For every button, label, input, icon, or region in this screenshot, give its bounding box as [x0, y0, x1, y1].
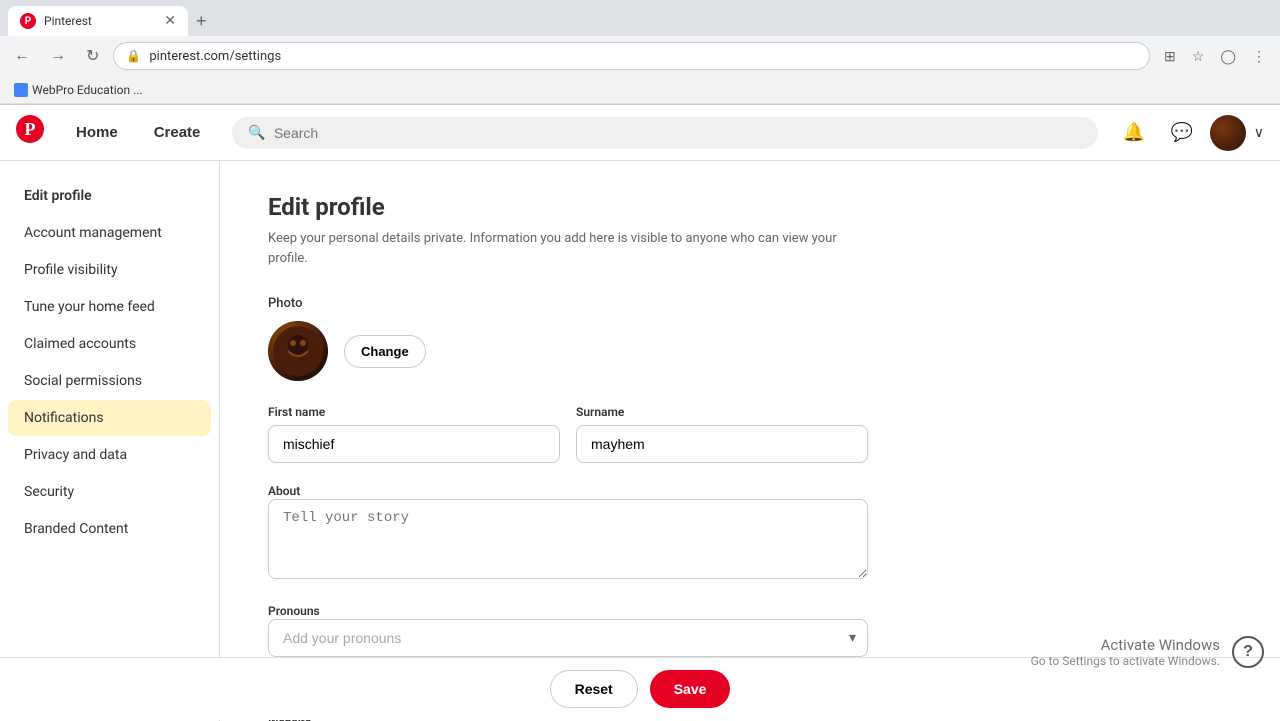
pronouns-select-wrapper: Add your pronouns ▾	[268, 619, 868, 657]
account-chevron-button[interactable]: ∨	[1254, 124, 1264, 141]
activate-windows-title: Activate Windows	[1031, 636, 1220, 654]
sidebar-item-tune-home-feed[interactable]: Tune your home feed	[8, 289, 211, 325]
user-avatar-button[interactable]	[1210, 115, 1246, 151]
menu-button[interactable]: ⋮	[1246, 44, 1272, 69]
lock-icon: 🔒	[126, 49, 141, 63]
edit-profile-form: Edit profile Keep your personal details …	[268, 193, 868, 721]
nav-links: Home Create	[60, 116, 216, 149]
sidebar-item-security[interactable]: Security	[8, 474, 211, 510]
activate-windows-watermark: Activate Windows Go to Settings to activ…	[1031, 636, 1220, 668]
bookmark-favicon	[14, 83, 28, 97]
reset-button[interactable]: Reset	[550, 670, 638, 708]
messages-button[interactable]: 💬	[1162, 113, 1202, 153]
pronouns-select[interactable]: Add your pronouns	[268, 619, 868, 657]
tab-favicon	[20, 13, 36, 29]
name-row: First name Surname	[268, 405, 868, 463]
browser-chrome: Pinterest ✕ + ← → ↻ 🔒 pinterest.com/sett…	[0, 0, 1280, 105]
page-title: Edit profile	[268, 193, 868, 221]
bookmark-label: WebPro Education ...	[32, 83, 143, 97]
about-group: About	[268, 483, 868, 583]
extensions-button[interactable]: ⊞	[1158, 44, 1182, 69]
pinterest-logo[interactable]: P	[16, 115, 44, 150]
avatar-preview	[268, 321, 328, 381]
nav-icons: 🔔 💬 ∨	[1114, 113, 1264, 153]
browser-actions: ⊞ ☆ ◯ ⋮	[1158, 44, 1272, 69]
first-name-group: First name	[268, 405, 560, 463]
photo-section: Photo	[268, 296, 868, 381]
create-nav-link[interactable]: Create	[138, 116, 217, 149]
pronouns-label: Pronouns	[268, 604, 320, 618]
forward-button[interactable]: →	[44, 43, 72, 69]
sidebar: Edit profile Account management Profile …	[0, 161, 220, 721]
search-bar[interactable]: 🔍	[232, 117, 1097, 149]
sidebar-item-claimed-accounts[interactable]: Claimed accounts	[8, 326, 211, 362]
sidebar-item-edit-profile[interactable]: Edit profile	[8, 178, 211, 214]
photo-label: Photo	[268, 296, 868, 311]
profile-button[interactable]: ◯	[1214, 44, 1242, 69]
svg-text:P: P	[25, 119, 36, 139]
url-text: pinterest.com/settings	[149, 49, 281, 64]
about-label: About	[268, 484, 300, 498]
refresh-button[interactable]: ↻	[80, 42, 105, 70]
home-nav-link[interactable]: Home	[60, 116, 134, 149]
save-button[interactable]: Save	[650, 670, 731, 708]
sidebar-item-notifications[interactable]: Notifications	[8, 400, 211, 436]
sidebar-item-social-permissions[interactable]: Social permissions	[8, 363, 211, 399]
search-icon: 🔍	[248, 125, 265, 141]
bookmark-webpro[interactable]: WebPro Education ...	[8, 81, 149, 99]
back-button[interactable]: ←	[8, 43, 36, 69]
tab-close-button[interactable]: ✕	[164, 13, 176, 29]
avatar-image	[268, 321, 328, 381]
search-input[interactable]	[274, 125, 1082, 141]
url-bar[interactable]: 🔒 pinterest.com/settings	[113, 42, 1150, 70]
pinterest-app: P Home Create 🔍 🔔 💬 ∨ Edit profile Accou…	[0, 105, 1280, 721]
address-bar: ← → ↻ 🔒 pinterest.com/settings ⊞ ☆ ◯ ⋮	[0, 36, 1280, 76]
active-tab[interactable]: Pinterest ✕	[8, 6, 188, 36]
help-button[interactable]: ?	[1232, 636, 1264, 668]
surname-label: Surname	[576, 405, 868, 419]
tab-title: Pinterest	[44, 14, 92, 28]
first-name-input[interactable]	[268, 425, 560, 463]
top-nav: P Home Create 🔍 🔔 💬 ∨	[0, 105, 1280, 161]
notifications-bell-button[interactable]: 🔔	[1114, 113, 1154, 153]
photo-row: Change	[268, 321, 868, 381]
sidebar-item-account-management[interactable]: Account management	[8, 215, 211, 251]
surname-input[interactable]	[576, 425, 868, 463]
sidebar-item-privacy-data[interactable]: Privacy and data	[8, 437, 211, 473]
sidebar-item-branded-content[interactable]: Branded Content	[8, 511, 211, 547]
change-photo-button[interactable]: Change	[344, 335, 426, 368]
sidebar-item-profile-visibility[interactable]: Profile visibility	[8, 252, 211, 288]
new-tab-button[interactable]: +	[188, 8, 215, 34]
page-subtitle: Keep your personal details private. Info…	[268, 229, 868, 268]
first-name-label: First name	[268, 405, 560, 419]
tab-bar: Pinterest ✕ +	[0, 0, 1280, 36]
about-textarea[interactable]	[268, 499, 868, 579]
bookmark-button[interactable]: ☆	[1186, 44, 1211, 69]
activate-windows-sub: Go to Settings to activate Windows.	[1031, 654, 1220, 668]
surname-group: Surname	[576, 405, 868, 463]
bookmarks-bar: WebPro Education ...	[0, 76, 1280, 104]
